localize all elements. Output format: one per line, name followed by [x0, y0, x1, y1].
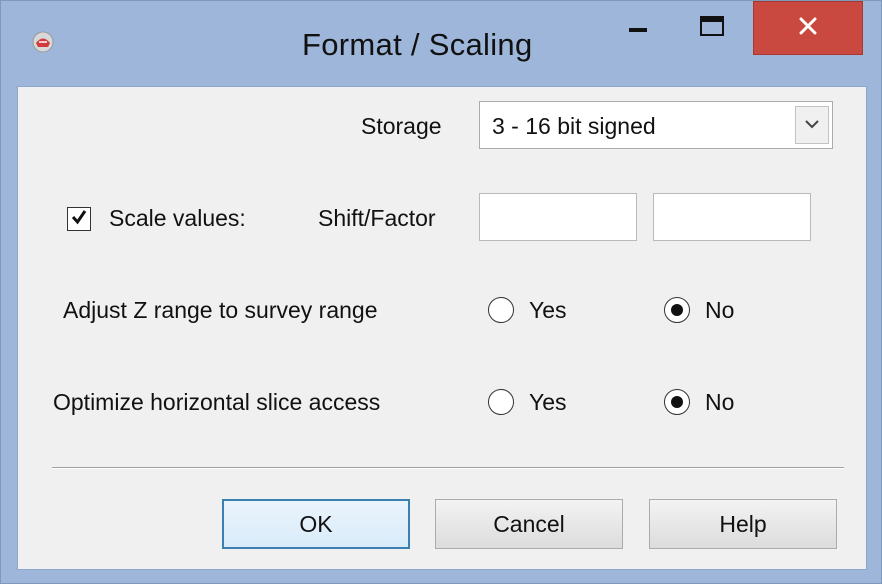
app-icon[interactable] — [31, 30, 55, 54]
checkmark-icon — [70, 208, 88, 231]
close-button[interactable] — [753, 1, 863, 55]
ok-button[interactable]: OK — [222, 499, 410, 549]
optimize-yes-radio[interactable] — [488, 389, 514, 415]
close-icon — [799, 17, 817, 40]
help-button[interactable]: Help — [649, 499, 837, 549]
storage-select[interactable]: 3 - 16 bit signed — [479, 101, 833, 149]
adjust-z-range-label: Adjust Z range to survey range — [63, 297, 378, 323]
window-title: Format / Scaling — [302, 27, 533, 62]
maximize-icon — [700, 16, 724, 41]
adjust-z-no-label[interactable]: No — [705, 296, 734, 324]
storage-selected-value: 3 - 16 bit signed — [492, 113, 656, 139]
storage-label: Storage — [361, 113, 442, 139]
optimize-yes-label[interactable]: Yes — [529, 388, 567, 416]
optimize-slice-access-label: Optimize horizontal slice access — [53, 389, 381, 415]
dialog-content: Storage 3 - 16 bit signed Scale values: … — [17, 86, 867, 570]
adjust-z-no-radio[interactable] — [664, 297, 690, 323]
optimize-no-radio[interactable] — [664, 389, 690, 415]
minimize-icon — [629, 20, 647, 38]
storage-dropdown-button[interactable] — [795, 106, 829, 144]
cancel-button[interactable]: Cancel — [435, 499, 623, 549]
shift-factor-label: Shift/Factor — [318, 205, 436, 231]
factor-input[interactable] — [653, 193, 811, 241]
adjust-z-yes-label[interactable]: Yes — [529, 296, 567, 324]
title-bar[interactable]: Format / Scaling — [1, 1, 881, 87]
scale-values-label[interactable]: Scale values: — [109, 204, 246, 232]
separator — [52, 467, 844, 469]
maximize-button[interactable] — [681, 1, 743, 56]
optimize-no-label[interactable]: No — [705, 388, 734, 416]
chevron-down-icon — [805, 116, 819, 134]
scale-values-checkbox[interactable] — [67, 207, 91, 231]
adjust-z-yes-radio[interactable] — [488, 297, 514, 323]
minimize-button[interactable] — [607, 1, 669, 56]
shift-input[interactable] — [479, 193, 637, 241]
format-scaling-dialog: Format / Scaling Storage 3 - 16 bit sign… — [0, 0, 882, 584]
